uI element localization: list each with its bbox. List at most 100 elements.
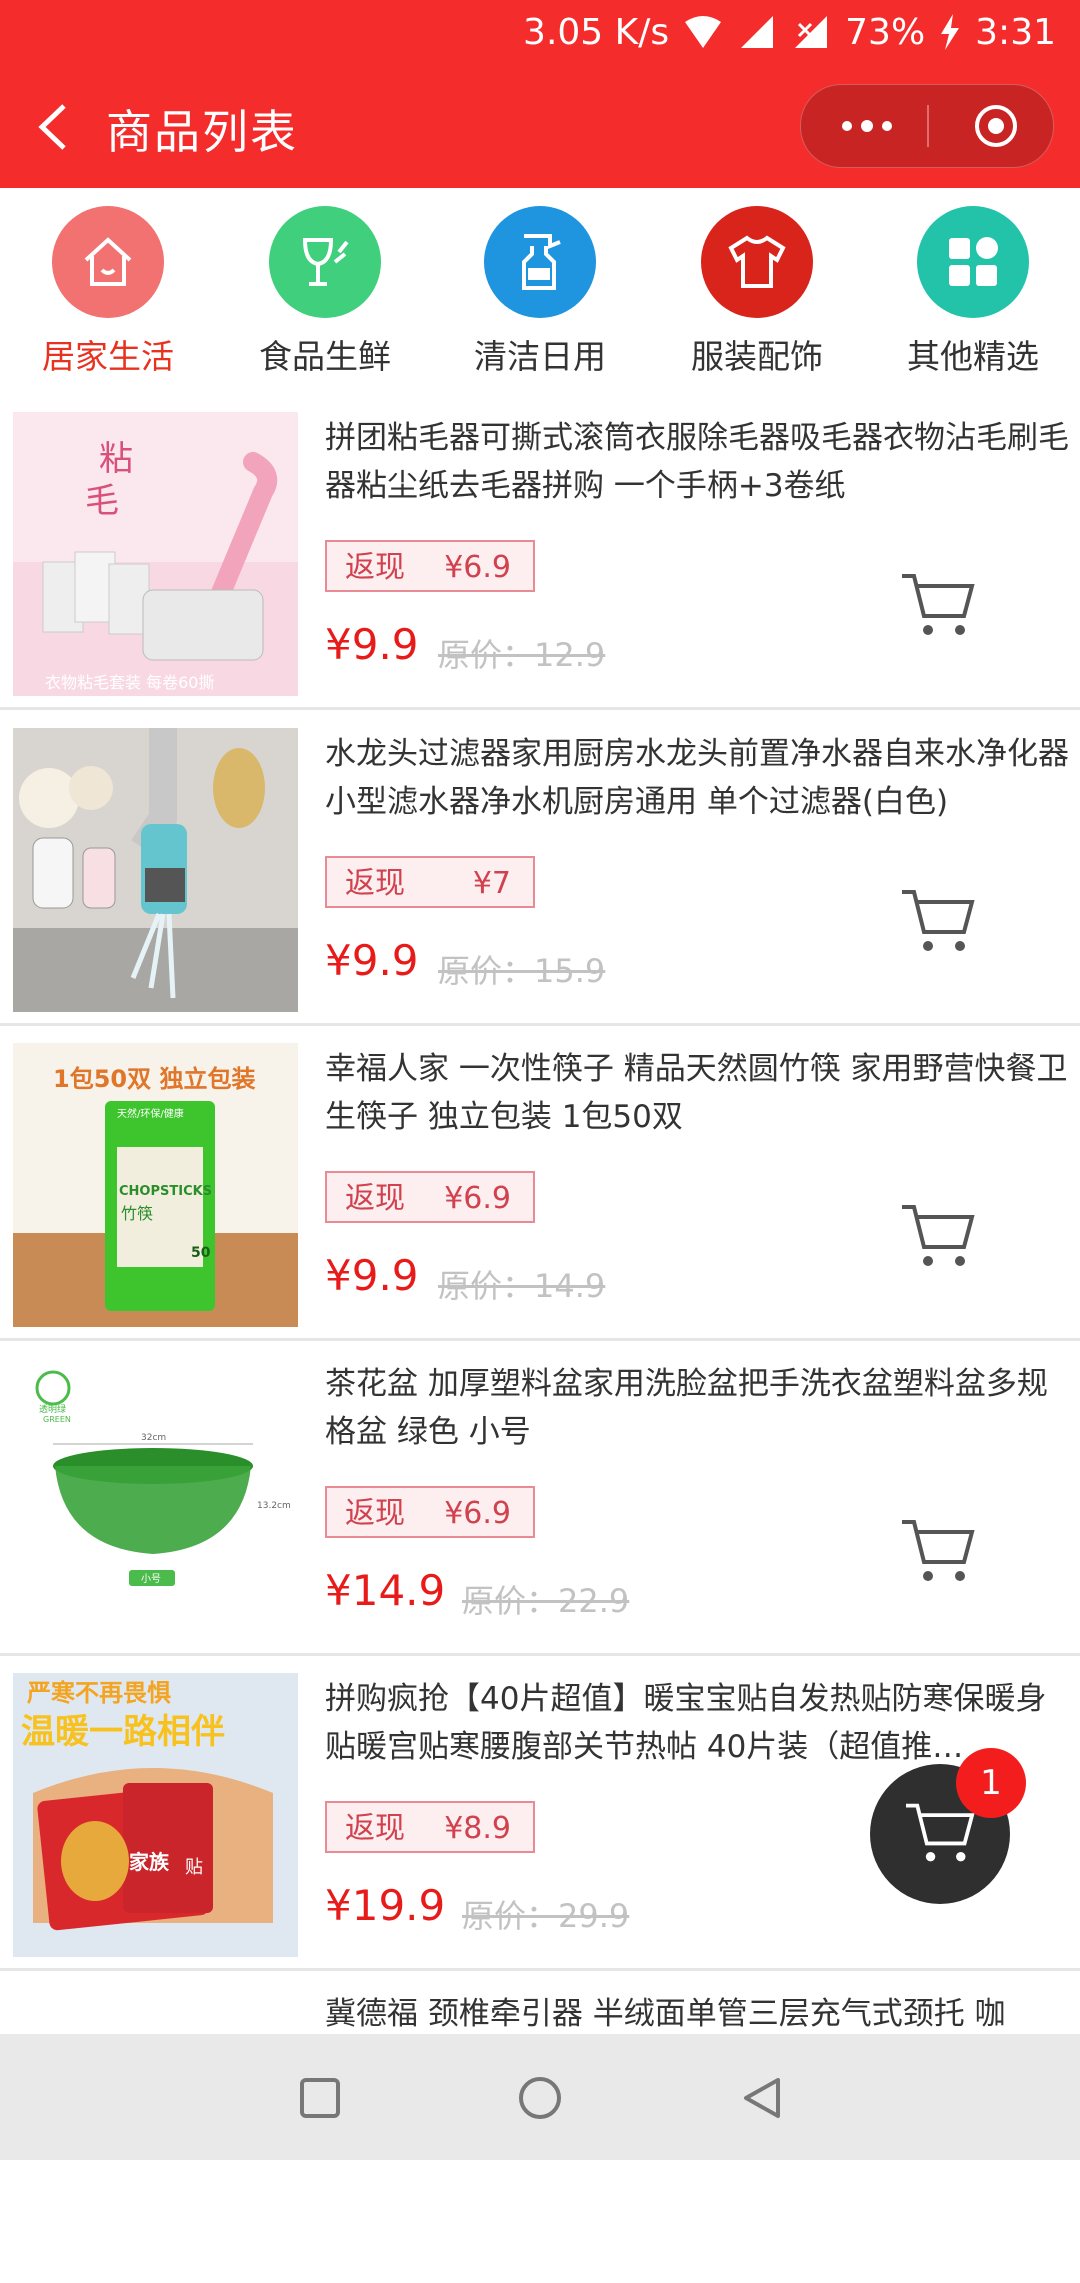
nav-header: 商品列表 — [0, 64, 1080, 188]
grid-apps-icon — [949, 237, 998, 286]
system-nav-bar — [0, 2034, 1080, 2160]
capsule-divider — [927, 105, 929, 147]
category-home[interactable]: 居家生活 — [23, 206, 193, 378]
back-arrow-icon[interactable] — [32, 102, 76, 152]
add-to-cart-icon[interactable] — [900, 1516, 976, 1588]
product-name[interactable]: 冀德福 颈椎牵引器 半绒面单管三层充气式颈托 咖 — [325, 1990, 1077, 2038]
cashback-label: 返现 — [345, 866, 405, 901]
thumb-text: 竹筷 — [121, 1204, 153, 1223]
product-name[interactable]: 水龙头过滤器家用厨房水龙头前置净水器自来水净化器小型滤水器净水机厨房通用 单个过… — [325, 730, 1077, 826]
thumb-text: 家族 — [129, 1850, 170, 1874]
product-name[interactable]: 拼团粘毛器可撕式滚筒衣服除毛器吸毛器衣物沾毛刷毛器粘尘纸去毛器拼购 一个手柄+3… — [325, 414, 1077, 510]
category-cleaning[interactable]: 清洁日用 — [455, 206, 625, 378]
price: ¥9.9 — [325, 620, 419, 669]
thumb-text: 32cm — [141, 1433, 166, 1443]
spray-bottle-icon — [522, 234, 561, 290]
cart-count-badge: 1 — [956, 1748, 1026, 1818]
thumb-text: 天然/环保/健康 — [117, 1107, 184, 1120]
charging-icon — [941, 14, 960, 50]
wine-glass-icon — [302, 238, 349, 286]
product-name[interactable]: 幸福人家 一次性筷子 精品天然圆竹筷 家用野营快餐卫生筷子 独立包装 1包50双 — [325, 1045, 1077, 1141]
home-button-icon[interactable] — [516, 2074, 564, 2122]
add-to-cart-icon[interactable] — [900, 886, 976, 958]
cashback-value: ¥6.9 — [444, 550, 511, 585]
thumb-text: 透明绿 — [39, 1403, 66, 1415]
thumb-text: 小号 — [141, 1573, 161, 1585]
category-others-circle — [917, 206, 1029, 318]
add-to-cart-icon[interactable] — [900, 1201, 976, 1273]
cashback-value: ¥8.9 — [444, 1811, 511, 1846]
more-dots-icon[interactable] — [837, 113, 897, 139]
cashback-label: 返现 — [345, 1181, 405, 1216]
status-right: 3.05 K/s 73% 3:31 — [523, 8, 1056, 56]
clock: 3:31 — [975, 11, 1056, 53]
category-label: 清洁日用 — [474, 337, 606, 376]
product-image-faucet-filter[interactable] — [13, 728, 298, 1012]
category-label: 食品生鲜 — [259, 337, 391, 376]
price: ¥9.9 — [325, 1251, 419, 1300]
network-speed: 3.05 K/s — [523, 11, 670, 53]
price: ¥9.9 — [325, 936, 419, 985]
original-price: 原价：15.9 — [438, 952, 606, 990]
cashback-value: ¥6.9 — [444, 1181, 511, 1216]
product-image-heat-patch[interactable]: 严寒不再畏惧 温暖一路相伴 家族 贴 — [13, 1673, 298, 1957]
cashback-tag: 返现 ¥6.9 — [325, 540, 535, 592]
original-price: 原价：14.9 — [438, 1267, 606, 1305]
wifi-icon — [685, 16, 722, 48]
product-item[interactable]: 透明绿 GREEN 32cm 13.2cm 小号 茶花盆 加厚塑料盆家用洗脸盆把… — [0, 1338, 1080, 1656]
price: ¥14.9 — [325, 1566, 446, 1615]
product-name[interactable]: 拼购疯抢【40片超值】暖宝宝贴自发热贴防寒保暖身贴暖宫贴寒腰腹部关节热帖 40片… — [325, 1675, 1077, 1771]
signal-no-sim-icon — [795, 16, 828, 48]
thumb-text: CHOPSTICKS — [119, 1184, 212, 1199]
signal-icon — [741, 16, 774, 48]
tshirt-icon — [728, 235, 786, 288]
cashback-value: ¥6.9 — [444, 1496, 511, 1531]
category-food[interactable]: 食品生鲜 — [240, 206, 410, 378]
cashback-label: 返现 — [345, 1811, 405, 1846]
cashback-tag: 返现 ¥7 — [325, 856, 535, 908]
category-clothing[interactable]: 服装配饰 — [672, 206, 842, 378]
back-triangle-icon[interactable] — [738, 2074, 786, 2122]
category-cleaning-circle — [484, 206, 596, 318]
thumb-text: 贴 — [185, 1857, 203, 1878]
category-label: 居家生活 — [42, 337, 174, 376]
add-to-cart-icon[interactable] — [900, 570, 976, 642]
home-icon — [84, 237, 132, 286]
page-title: 商品列表 — [106, 105, 298, 159]
miniprogram-capsule — [800, 84, 1054, 168]
thumb-text: 严寒不再畏惧 — [27, 1679, 171, 1707]
product-item[interactable]: 1包50双 独立包装 天然/环保/健康 CHOPSTICKS 竹筷 50 幸福人… — [0, 1023, 1080, 1341]
category-label: 服装配饰 — [691, 337, 823, 376]
original-price: 原价：22.9 — [462, 1582, 630, 1620]
cashback-value: ¥7 — [472, 866, 511, 901]
product-name[interactable]: 茶花盆 加厚塑料盆家用洗脸盆把手洗衣盆塑料盆多规格盆 绿色 小号 — [325, 1360, 1077, 1456]
battery-level: 73% — [845, 11, 926, 53]
thumb-text: 温暖一路相伴 — [21, 1712, 225, 1752]
category-label: 其他精选 — [907, 337, 1039, 376]
thumb-text: 50 — [191, 1245, 211, 1261]
category-food-circle — [269, 206, 381, 318]
original-price: 原价：29.9 — [462, 1897, 630, 1935]
thumb-text: 粘 — [99, 440, 133, 478]
thumb-text: 13.2cm — [257, 1501, 291, 1511]
product-image-lint-roller[interactable]: 粘 毛 衣物粘毛套装 每卷60撕 — [13, 412, 298, 696]
category-clothing-circle — [701, 206, 813, 318]
recent-apps-icon[interactable] — [296, 2074, 344, 2122]
cashback-tag: 返现 ¥6.9 — [325, 1486, 535, 1538]
cashback-tag: 返现 ¥8.9 — [325, 1801, 535, 1853]
cart-icon — [906, 1803, 975, 1862]
cashback-label: 返现 — [345, 550, 405, 585]
product-image-chopsticks[interactable]: 1包50双 独立包装 天然/环保/健康 CHOPSTICKS 竹筷 50 — [13, 1043, 298, 1327]
close-target-icon[interactable] — [973, 103, 1019, 149]
product-item[interactable]: 粘 毛 衣物粘毛套装 每卷60撕 拼团粘毛器可撕式滚筒衣服除毛器吸毛器衣物沾毛刷… — [0, 392, 1080, 710]
status-bar: 3.05 K/s 73% 3:31 — [0, 0, 1080, 64]
product-image-basin[interactable]: 透明绿 GREEN 32cm 13.2cm 小号 — [13, 1358, 298, 1642]
app-header-background: 3.05 K/s 73% 3:31 商品列表 — [0, 0, 1080, 188]
thumb-caption: 衣物粘毛套装 每卷60撕 — [45, 673, 214, 692]
category-others[interactable]: 其他精选 — [888, 206, 1058, 378]
product-item[interactable]: 水龙头过滤器家用厨房水龙头前置净水器自来水净化器小型滤水器净水机厨房通用 单个过… — [0, 708, 1080, 1026]
thumb-text: 毛 — [85, 483, 119, 520]
thumb-text: GREEN — [43, 1415, 71, 1424]
original-price: 原价：12.9 — [438, 636, 606, 674]
thumb-text: 1包50双 独立包装 — [53, 1065, 255, 1093]
